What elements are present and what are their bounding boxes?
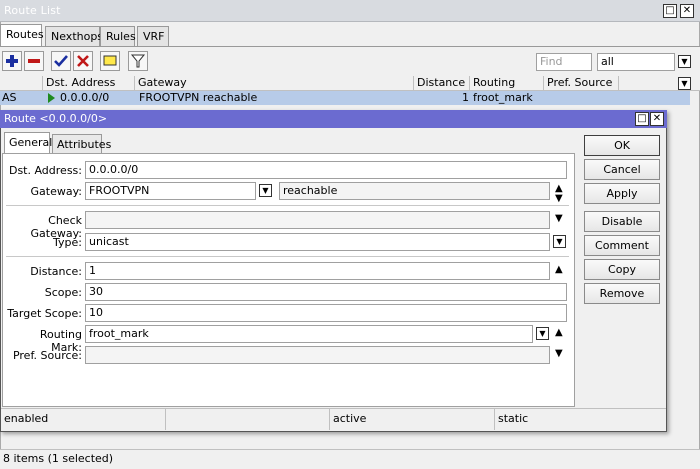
maximize-icon[interactable]: □ [663,4,677,18]
status-empty [166,408,330,430]
comment-button[interactable] [100,51,120,71]
distance-collapse-icon[interactable]: ▲ [555,265,563,275]
tab-rules[interactable]: Rules [100,26,136,46]
row-distance: 1 [462,91,469,104]
comment-route-button[interactable]: Comment [584,235,660,256]
pref-source-expand-icon[interactable]: ▼ [555,349,563,359]
disable-route-button[interactable]: Disable [584,211,660,232]
col-flags [0,76,43,91]
distance-label: Distance: [30,265,82,278]
col-routing-mark[interactable]: Routing Mark [470,76,544,103]
add-button[interactable] [2,51,22,71]
row-gateway: FROOTVPN reachable [139,91,258,104]
filter-icon [130,54,146,68]
col-dst-address[interactable]: Dst. Address [43,76,135,91]
tab-attributes[interactable]: Attributes [52,134,111,153]
check-gateway-toggle-icon[interactable]: ▼ [555,214,563,224]
routing-mark-collapse-icon[interactable]: ▲ [555,328,563,338]
tab-general[interactable]: General [4,132,52,154]
remove-button[interactable] [24,51,44,71]
type-select[interactable]: unicast [85,233,550,251]
status-static: static [498,412,529,425]
dst-address-label: Dst. Address: [8,164,82,177]
chevron-down-icon[interactable]: ▼ [678,55,691,68]
gateway-field[interactable]: FROOTVPN [85,182,256,200]
check-gateway-field[interactable] [85,211,550,229]
tab-nexthops[interactable]: Nexthops [45,26,103,46]
tab-routes[interactable]: Routes [0,24,44,47]
plus-icon [6,55,18,67]
enable-button[interactable] [51,51,71,71]
copy-button[interactable]: Copy [584,259,660,280]
route-list-titlebar[interactable] [0,0,700,22]
filter-button[interactable] [128,51,148,71]
check-icon [54,55,68,67]
close-icon[interactable]: ✕ [680,4,694,18]
col-gateway[interactable]: Gateway [135,76,414,91]
separator [6,205,569,206]
row-routing-mark: froot_mark [473,91,533,104]
col-pref-source[interactable]: Pref. Source [544,76,619,91]
status-active: active [330,408,495,430]
dialog-close-icon[interactable]: ✕ [650,112,664,126]
column-menu-icon[interactable]: ▼ [678,77,691,90]
disable-button[interactable] [73,51,93,71]
type-label: Type: [53,236,82,249]
separator [6,256,569,257]
updown-icon[interactable]: ▲ ▼ [555,184,563,204]
type-dropdown-icon[interactable]: ▼ [553,235,566,248]
target-scope-label: Target Scope: [7,307,82,320]
find-input[interactable]: Find [536,53,592,71]
scope-field[interactable]: 30 [85,283,567,301]
dst-address-field[interactable]: 0.0.0.0/0 [85,161,567,179]
cancel-button[interactable]: Cancel [584,159,660,180]
minus-icon [28,59,40,63]
remove-route-button[interactable]: Remove [584,283,660,304]
dialog-maximize-icon[interactable]: □ [635,112,649,126]
col-distance[interactable]: Distance [414,76,470,91]
routing-mark-select[interactable]: froot_mark [85,325,533,343]
apply-button[interactable]: Apply [584,183,660,204]
tab-vrf[interactable]: VRF [137,26,169,46]
window-title: Route List [4,4,61,17]
target-scope-field[interactable]: 10 [85,304,567,322]
pref-source-label: Pref. Source: [12,349,82,362]
distance-field[interactable]: 1 [85,262,550,280]
status-enabled: enabled [1,408,166,430]
items-count: 8 items (1 selected) [3,452,114,465]
note-icon [103,55,117,66]
ok-button[interactable]: OK [584,135,660,156]
row-dst-address: 0.0.0.0/0 [60,91,110,104]
x-icon [77,55,89,67]
gateway-dropdown-icon[interactable]: ▼ [259,184,272,197]
gateway-label: Gateway: [30,185,83,198]
row-flags: AS [2,91,17,104]
gateway-state: reachable [279,182,550,200]
scope-label: Scope: [44,286,82,299]
active-route-icon [48,93,55,103]
filter-select[interactable]: all [597,53,675,71]
routing-mark-dropdown-icon[interactable]: ▼ [536,327,549,340]
pref-source-field[interactable] [85,346,550,364]
dialog-title: Route <0.0.0.0/0> [4,112,108,125]
